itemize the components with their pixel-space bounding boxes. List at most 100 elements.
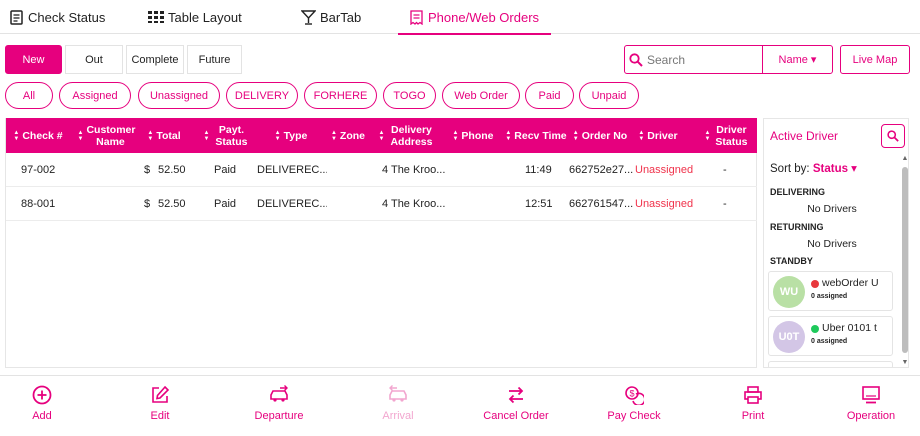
column-header-payment-status[interactable]: ▲ ▼ Payt. Status <box>186 118 268 153</box>
search-input[interactable] <box>647 47 759 72</box>
bottom-toolbar: Add Edit Departure Arrival Cancel Order … <box>0 375 920 436</box>
scrollbar-thumb[interactable] <box>902 167 908 353</box>
filter-togo[interactable]: TOGO <box>383 82 436 109</box>
column-header-type[interactable]: ▲ ▼ Type <box>268 118 314 153</box>
cancel-order-button[interactable]: Cancel Order <box>471 384 561 430</box>
receipt-icon <box>408 9 424 25</box>
section-delivering: DELIVERING <box>770 187 826 197</box>
driver-name: Uber 0101 t <box>822 322 877 334</box>
sort-icon: ▲ ▼ <box>77 129 84 142</box>
edit-icon <box>149 384 171 406</box>
driver-card[interactable]: U0T Uber 0101 t 0 assigned <box>768 316 893 356</box>
sort-icon: ▲ ▼ <box>274 129 281 142</box>
status-dot-icon <box>811 325 819 333</box>
sort-icon: ▲ ▼ <box>704 129 711 142</box>
column-header-customer-name[interactable]: ▲ ▼ Customer Name <box>70 118 142 153</box>
monitor-icon <box>860 384 882 406</box>
cell-total: 52.50 <box>158 198 186 210</box>
driver-card[interactable] <box>768 361 893 367</box>
scroll-down-icon[interactable]: ▼ <box>901 359 908 367</box>
tab-label: Phone/Web Orders <box>428 9 540 25</box>
search-field-dropdown[interactable]: Name ▾ <box>762 46 832 73</box>
column-header-driver-status[interactable]: ▲ ▼ Driver Status <box>696 118 758 153</box>
printer-icon <box>742 384 764 406</box>
tab-table-layout[interactable]: Table Layout <box>148 0 242 34</box>
driver-search-button[interactable] <box>881 124 905 148</box>
cell-order-no: 662761547... <box>569 198 634 210</box>
sort-icon: ▲ ▼ <box>378 129 385 142</box>
scroll-up-icon[interactable]: ▲ <box>901 155 908 163</box>
tab-label: Table Layout <box>168 9 242 25</box>
filter-unassigned[interactable]: Unassigned <box>138 82 220 109</box>
sort-icon: ▲ ▼ <box>505 129 512 142</box>
live-map-button[interactable]: Live Map <box>840 45 910 74</box>
filter-delivery[interactable]: DELIVERY <box>226 82 298 109</box>
column-header-delivery-address[interactable]: ▲ ▼ Delivery Address <box>372 118 442 153</box>
cell-total: 52.50 <box>158 164 186 176</box>
pay-check-button[interactable]: $ Pay Check <box>589 384 679 430</box>
no-drivers-text: No Drivers <box>807 238 857 250</box>
cell-delivery-address: 4 The Kroo... <box>382 198 446 210</box>
driver-sort-dropdown[interactable]: Status ▾ <box>813 163 857 175</box>
sort-icon: ▲ ▼ <box>452 129 459 142</box>
table-row[interactable]: 88-001 $ 52.50 Paid DELIVEREC... 4 The K… <box>6 187 757 221</box>
column-header-check[interactable]: ▲ ▼ Check # <box>6 118 70 153</box>
search-icon[interactable] <box>625 46 647 73</box>
column-header-phone[interactable]: ▲ ▼ Phone <box>448 118 498 153</box>
cell-recv-time: 12:51 <box>525 198 553 210</box>
filter-web-order[interactable]: Web Order <box>442 82 520 109</box>
sort-icon: ▲ ▼ <box>147 129 154 142</box>
top-tab-bar: Check Status Table Layout BarTab Phone/W… <box>0 0 920 35</box>
filter-forhere[interactable]: FORHERE <box>304 82 377 109</box>
avatar: WU <box>773 276 805 308</box>
filter-paid[interactable]: Paid <box>525 82 574 109</box>
status-tab-new[interactable]: New <box>5 45 62 74</box>
no-drivers-text: No Drivers <box>807 203 857 215</box>
cell-check: 97-002 <box>21 164 56 176</box>
status-tab-future[interactable]: Future <box>187 45 242 74</box>
edit-button[interactable]: Edit <box>115 384 205 430</box>
column-header-recv-time[interactable]: ▲ ▼ Recv Time <box>504 118 568 153</box>
column-header-total[interactable]: ▲ ▼ Total <box>142 118 186 153</box>
filter-unpaid[interactable]: Unpaid <box>579 82 639 109</box>
column-header-zone[interactable]: ▲ ▼ Zone <box>324 118 372 153</box>
column-header-order-no[interactable]: ▲ ▼ Order No <box>568 118 632 153</box>
cell-currency: $ <box>144 164 151 176</box>
filter-assigned[interactable]: Assigned <box>59 82 131 109</box>
driver-list-scrollbar[interactable]: ▲ ▼ <box>901 155 908 367</box>
tab-label: Check Status <box>28 9 106 25</box>
arrival-button[interactable]: Arrival <box>353 384 443 430</box>
cell-type: DELIVEREC... <box>257 164 327 176</box>
cell-recv-time: 11:49 <box>525 164 552 176</box>
driver-assigned-count: 0 assigned <box>811 293 848 300</box>
driver-card[interactable]: WU webOrder U 0 assigned <box>768 271 893 311</box>
column-header-driver[interactable]: ▲ ▼ Driver <box>633 118 683 153</box>
operation-button[interactable]: Operation <box>826 384 916 430</box>
tab-check-status[interactable]: Check Status <box>8 0 105 34</box>
table-row[interactable]: 97-002 $ 52.50 Paid DELIVEREC... 4 The K… <box>6 153 757 187</box>
sort-icon: ▲ ▼ <box>330 129 337 142</box>
swap-arrows-icon <box>505 384 527 406</box>
filter-all[interactable]: All <box>5 82 53 109</box>
tab-label: BarTab <box>320 9 362 25</box>
cell-type: DELIVEREC... <box>257 198 327 210</box>
status-dot-icon <box>811 280 819 288</box>
search-box: Name ▾ <box>624 45 833 74</box>
table-header: ▲ ▼ Check # ▲ ▼ Customer Name ▲ ▼ Total ▲ ▼ Payt… <box>6 118 757 153</box>
avatar: U0T <box>773 321 805 353</box>
tab-phone-web-orders[interactable]: Phone/Web Orders <box>398 0 552 35</box>
driver-sort: Sort by: Status ▾ <box>770 163 857 175</box>
active-driver-panel: Active Driver Sort by: Status ▾ DELIVERI… <box>763 118 909 368</box>
status-tab-complete[interactable]: Complete <box>126 45 184 74</box>
add-button[interactable]: Add <box>0 384 87 430</box>
cell-driver-status: - <box>723 164 727 176</box>
cell-driver: Unassigned <box>635 198 694 210</box>
tab-bartab[interactable]: BarTab <box>300 0 361 34</box>
departure-car-icon <box>268 384 290 406</box>
cell-delivery-address: 4 The Kroo... <box>382 164 446 176</box>
departure-button[interactable]: Departure <box>234 384 324 430</box>
status-tab-out[interactable]: Out <box>65 45 123 74</box>
sort-icon: ▲ ▼ <box>203 129 210 142</box>
print-button[interactable]: Print <box>708 384 798 430</box>
svg-text:$: $ <box>629 389 634 399</box>
